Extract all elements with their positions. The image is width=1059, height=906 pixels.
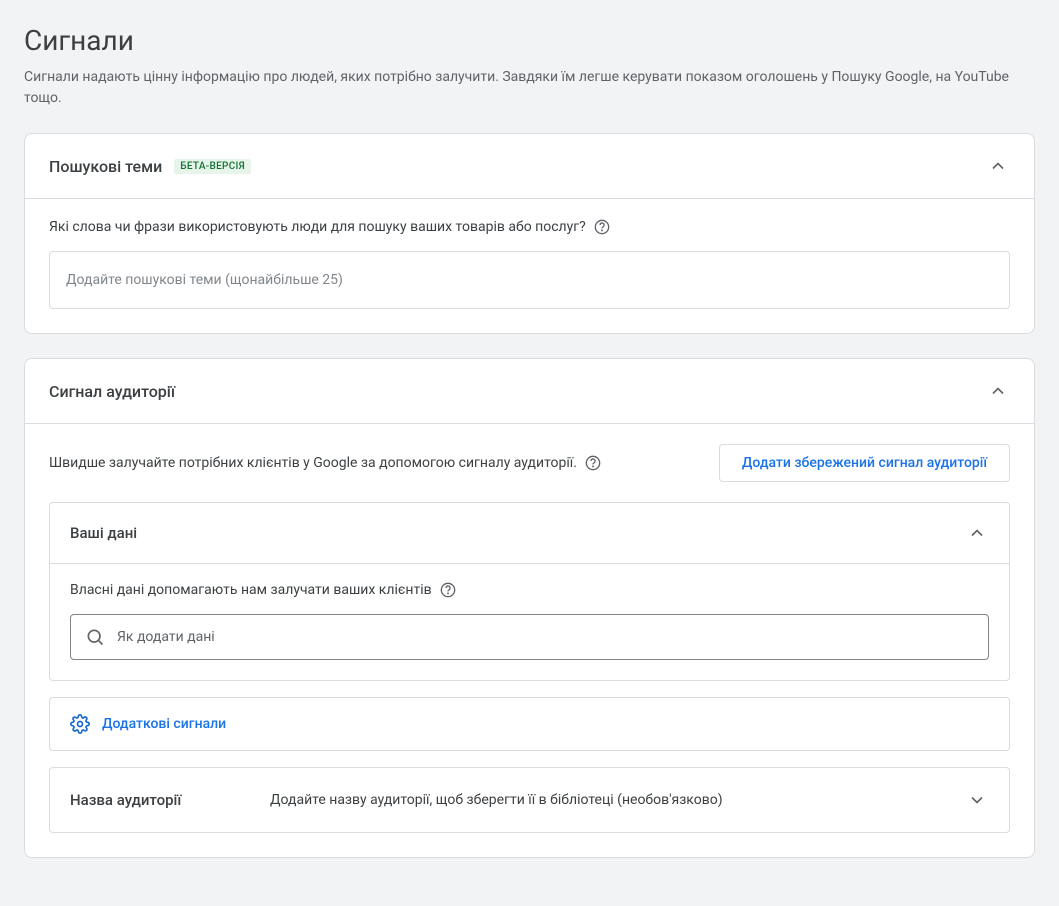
audience-description: Швидше залучайте потрібних клієнтів у Go… (49, 455, 577, 471)
search-themes-question-row: Які слова чи фрази використовують люди д… (49, 219, 1010, 235)
audience-signal-header[interactable]: Сигнал аудиторії (25, 359, 1034, 423)
audience-name-placeholder: Додайте назву аудиторії, щоб зберегти її… (270, 792, 965, 808)
search-themes-card: Пошукові теми БЕТА-ВЕРСІЯ Які слова чи ф… (24, 133, 1035, 334)
add-saved-signal-button[interactable]: Додати збережений сигнал аудиторії (719, 444, 1010, 482)
audience-signal-body: Швидше залучайте потрібних клієнтів у Go… (25, 423, 1034, 857)
help-icon[interactable] (594, 219, 610, 235)
search-themes-body: Які слова чи фрази використовують люди д… (25, 198, 1034, 333)
your-data-description: Власні дані допомагають нам залучати ваш… (70, 582, 432, 598)
search-themes-title: Пошукові теми (49, 157, 162, 176)
audience-signal-card: Сигнал аудиторії Швидше залучайте потріб… (24, 358, 1035, 858)
search-themes-question: Які слова чи фрази використовують люди д… (49, 219, 586, 235)
search-icon (85, 627, 105, 647)
help-icon[interactable] (585, 455, 601, 471)
audience-name-row[interactable]: Назва аудиторії Додайте назву аудиторії,… (49, 767, 1010, 833)
audience-signal-header-left: Сигнал аудиторії (49, 382, 175, 401)
additional-signals-row[interactable]: Додаткові сигнали (49, 697, 1010, 751)
audience-signal-title: Сигнал аудиторії (49, 382, 175, 401)
chevron-down-icon[interactable] (965, 788, 989, 812)
gear-icon (70, 714, 90, 734)
your-data-search-wrap[interactable] (70, 614, 989, 660)
your-data-title: Ваші дані (70, 524, 137, 542)
additional-signals-label: Додаткові сигнали (102, 716, 226, 732)
audience-description-row: Швидше залучайте потрібних клієнтів у Go… (49, 444, 1010, 482)
audience-description-wrap: Швидше залучайте потрібних клієнтів у Go… (49, 455, 601, 471)
chevron-up-icon[interactable] (986, 154, 1010, 178)
chevron-up-icon[interactable] (986, 379, 1010, 403)
help-icon[interactable] (440, 582, 456, 598)
your-data-description-row: Власні дані допомагають нам залучати ваш… (70, 582, 989, 598)
your-data-card: Ваші дані Власні дані допомагають нам за… (49, 502, 1010, 681)
your-data-body: Власні дані допомагають нам залучати ваш… (50, 563, 1009, 680)
beta-badge: БЕТА-ВЕРСІЯ (174, 159, 251, 174)
page-title: Сигнали (24, 24, 1035, 57)
audience-name-label: Назва аудиторії (70, 791, 270, 809)
search-themes-header-left: Пошукові теми БЕТА-ВЕРСІЯ (49, 157, 251, 176)
search-themes-input[interactable]: Додайте пошукові теми (щонайбільше 25) (49, 251, 1010, 309)
chevron-up-icon[interactable] (965, 521, 989, 545)
search-themes-header[interactable]: Пошукові теми БЕТА-ВЕРСІЯ (25, 134, 1034, 198)
your-data-search-input[interactable] (117, 629, 974, 645)
page-subtitle: Сигнали надають цінну інформацію про люд… (24, 67, 1035, 109)
your-data-header[interactable]: Ваші дані (50, 503, 1009, 563)
